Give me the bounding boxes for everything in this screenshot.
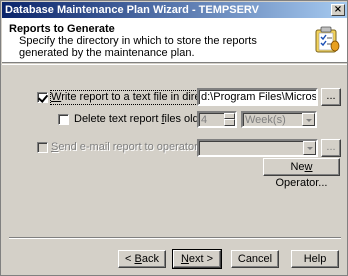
next-post: ext > (188, 253, 214, 265)
wizard-window: Database Maintenance Plan Wizard - TEMPS… (0, 0, 348, 276)
page-title: Reports to Generate (9, 23, 115, 35)
back-mnemonic: B (134, 253, 142, 265)
close-icon: × (333, 4, 343, 15)
back-button[interactable]: < Back (118, 250, 166, 268)
header-panel: Reports to Generate Specify the director… (2, 18, 347, 63)
new-operator-mnemonic: w (304, 161, 313, 173)
next-mnemonic: N (180, 253, 189, 265)
back-post: ack (141, 253, 159, 265)
cancel-button[interactable]: Cancel (231, 250, 279, 268)
age-value: 4 (201, 114, 208, 126)
directory-field[interactable]: d:\Program Files\Microsoft SQL Se (197, 88, 318, 106)
directory-value: d:\Program Files\Microsoft SQL Se (201, 91, 318, 103)
footer-separator (9, 237, 341, 239)
next-button[interactable]: Next > (172, 249, 222, 269)
new-operator-post: Operator... (275, 177, 328, 189)
delete-label-pre: Delete text report (74, 113, 162, 125)
page-description: Specify the directory in which to store … (19, 35, 257, 59)
operator-browse-label: ... (326, 141, 336, 153)
age-unit-value: Week(s) (245, 114, 286, 126)
title-bar: Database Maintenance Plan Wizard - TEMPS… (2, 2, 347, 18)
chevron-down-icon[interactable] (303, 141, 316, 155)
age-spinner[interactable]: 4 (197, 111, 237, 128)
write-report-checkbox[interactable] (37, 92, 48, 103)
back-pre: < (125, 253, 135, 265)
new-operator-button[interactable]: New Operator... (263, 158, 340, 189)
help-button[interactable]: Help (291, 250, 339, 268)
email-label-post: end e-mail report to operator: (58, 141, 201, 153)
header-separator (2, 64, 347, 65)
send-email-checkbox[interactable] (37, 142, 48, 153)
browse-label: ... (326, 90, 336, 102)
chevron-down-icon[interactable] (302, 113, 315, 126)
help-label: Help (303, 253, 327, 265)
send-email-label: Send e-mail report to operator: (51, 141, 201, 154)
new-operator-pre: Ne (290, 161, 305, 173)
directory-browse-button[interactable]: ... (321, 88, 341, 106)
spinner-buttons[interactable] (224, 113, 235, 126)
operator-browse-button[interactable]: ... (321, 139, 341, 157)
age-unit-dropdown[interactable]: Week(s) (241, 111, 317, 128)
operator-dropdown[interactable] (197, 139, 318, 157)
close-button[interactable]: × (331, 4, 345, 16)
cancel-label: Cancel (237, 253, 273, 265)
spinner-down-icon[interactable] (224, 119, 235, 126)
delete-old-reports-checkbox[interactable] (58, 114, 69, 125)
write-label-mnemonic: W (51, 91, 62, 103)
window-title: Database Maintenance Plan Wizard - TEMPS… (5, 4, 259, 16)
report-clipboard-icon (315, 26, 340, 53)
